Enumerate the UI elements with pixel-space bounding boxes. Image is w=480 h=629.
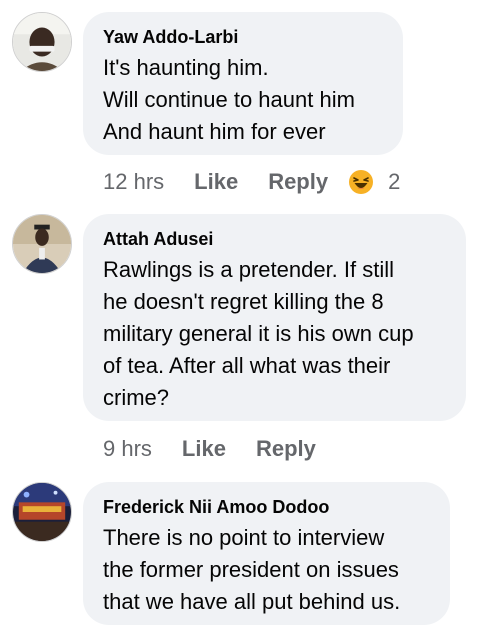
avatar[interactable] — [12, 12, 72, 72]
avatar-photo-icon — [13, 483, 71, 541]
comment-text: There is no point to interview the forme… — [103, 525, 401, 614]
reaction-count: 2 — [388, 169, 401, 194]
like-button[interactable]: Like — [182, 436, 226, 462]
comment-author[interactable]: Attah Adusei — [103, 228, 446, 250]
comment-text: It's haunting him. Will continue to haun… — [103, 55, 355, 144]
comment-author[interactable]: Frederick Nii Amoo Dodoo — [103, 496, 430, 518]
comment-timestamp[interactable]: 9 hrs — [103, 436, 152, 462]
comment-author[interactable]: Yaw Addo-Larbi — [103, 26, 383, 48]
comment-bubble: Attah Adusei Rawlings is a pretender. If… — [83, 214, 466, 421]
avatar-photo-icon — [13, 13, 71, 71]
avatar[interactable] — [12, 214, 72, 274]
comment-bubble: Yaw Addo-Larbi It's haunting him. Will c… — [83, 12, 403, 155]
avatar[interactable] — [12, 482, 72, 542]
reaction-summary[interactable]: 2 — [348, 169, 400, 195]
comment-bubble: Frederick Nii Amoo Dodoo There is no poi… — [83, 482, 450, 625]
reply-button[interactable]: Reply — [268, 169, 328, 195]
avatar-photo-icon — [13, 215, 71, 273]
comment-actions: 9 hrs Like Reply — [103, 434, 346, 464]
comment-actions: 12 hrs Like Reply 2 — [103, 167, 400, 197]
laughing-emoji-icon — [349, 170, 374, 194]
reply-button[interactable]: Reply — [256, 436, 316, 462]
comment-text: Rawlings is a pretender. If still he doe… — [103, 257, 414, 410]
comment-timestamp[interactable]: 12 hrs — [103, 169, 164, 195]
like-button[interactable]: Like — [194, 169, 238, 195]
